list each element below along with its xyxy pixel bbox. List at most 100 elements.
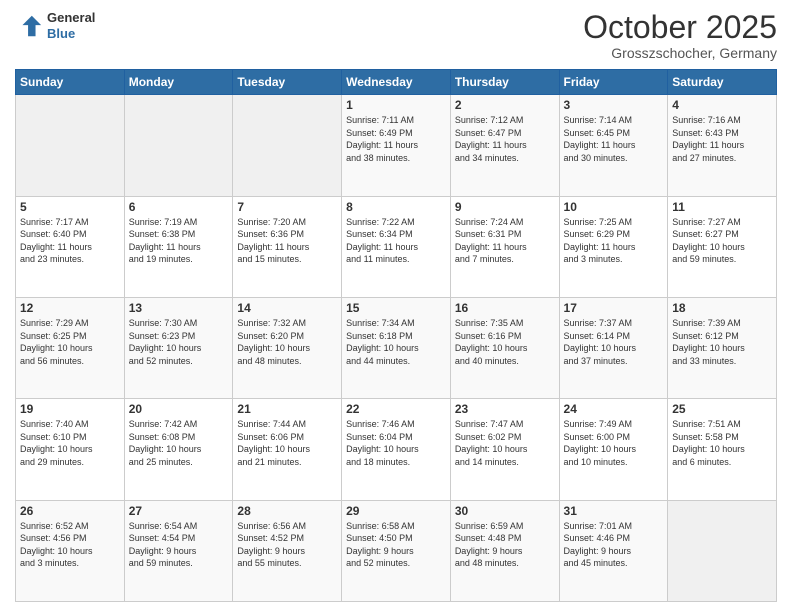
day-cell-26: 26 Sunrise: 6:52 AM Sunset: 4:56 PM Dayli…	[16, 500, 125, 601]
day-number: 2	[455, 98, 555, 112]
day-info: Sunrise: 7:11 AM Sunset: 6:49 PM Dayligh…	[346, 114, 446, 164]
day-info: Sunrise: 7:14 AM Sunset: 6:45 PM Dayligh…	[564, 114, 664, 164]
weekday-header-sunday: Sunday	[16, 70, 125, 95]
weekday-header-saturday: Saturday	[668, 70, 777, 95]
week-row-3: 12Sunrise: 7:29 AM Sunset: 6:25 PM Dayli…	[16, 297, 777, 398]
weekday-header-friday: Friday	[559, 70, 668, 95]
day-number: 15	[346, 301, 446, 315]
day-info: Sunrise: 7:25 AM Sunset: 6:29 PM Dayligh…	[564, 216, 664, 266]
day-cell-1: 1 Sunrise: 7:11 AM Sunset: 6:49 PM Daylig…	[342, 95, 451, 196]
day-number: 19	[20, 402, 120, 416]
day-number: 27	[129, 504, 229, 518]
day-cell-7: 7 Sunrise: 7:20 AM Sunset: 6:36 PM Daylig…	[233, 196, 342, 297]
day-number: 29	[346, 504, 446, 518]
day-cell-25: 25 Sunrise: 7:51 AM Sunset: 5:58 PM Dayli…	[668, 399, 777, 500]
day-info: Sunrise: 7:01 AM Sunset: 4:46 PM Dayligh…	[564, 520, 664, 570]
day-cell-31: 31 Sunrise: 7:01 AM Sunset: 4:46 PM Dayli…	[559, 500, 668, 601]
day-info: Sunrise: 7:46 AM Sunset: 6:04 PM Dayligh…	[346, 418, 446, 468]
day-number: 13	[129, 301, 229, 315]
weekday-header-wednesday: Wednesday	[342, 70, 451, 95]
logo: General Blue	[15, 10, 95, 41]
week-row-2: 5Sunrise: 7:17 AM Sunset: 6:40 PM Daylig…	[16, 196, 777, 297]
month-title: October 2025	[583, 10, 777, 45]
day-cell-19: 19 Sunrise: 7:40 AM Sunset: 6:10 PM Dayli…	[16, 399, 125, 500]
day-info: Sunrise: 7:44 AM Sunset: 6:06 PM Dayligh…	[237, 418, 337, 468]
day-info: Sunrise: 6:54 AM Sunset: 4:54 PM Dayligh…	[129, 520, 229, 570]
day-cell-30: 30Sunrise: 6:59 AM Sunset: 4:48 PM Dayli…	[450, 500, 559, 601]
day-number: 3	[564, 98, 664, 112]
day-number: 11	[672, 200, 772, 214]
day-cell-5: 5Sunrise: 7:17 AM Sunset: 6:40 PM Daylig…	[16, 196, 125, 297]
day-info: Sunrise: 7:35 AM Sunset: 6:16 PM Dayligh…	[455, 317, 555, 367]
day-info: Sunrise: 7:32 AM Sunset: 6:20 PM Dayligh…	[237, 317, 337, 367]
day-number: 31	[564, 504, 664, 518]
day-number: 6	[129, 200, 229, 214]
day-number: 28	[237, 504, 337, 518]
logo-line1: General	[47, 10, 95, 26]
day-number: 1	[346, 98, 446, 112]
day-info: Sunrise: 7:51 AM Sunset: 5:58 PM Dayligh…	[672, 418, 772, 468]
week-row-1: 1 Sunrise: 7:11 AM Sunset: 6:49 PM Daylig…	[16, 95, 777, 196]
location: Grosszschocher, Germany	[583, 45, 777, 61]
day-info: Sunrise: 6:56 AM Sunset: 4:52 PM Dayligh…	[237, 520, 337, 570]
day-number: 12	[20, 301, 120, 315]
day-number: 20	[129, 402, 229, 416]
logo-line2: Blue	[47, 26, 95, 42]
day-number: 21	[237, 402, 337, 416]
empty-cell	[233, 95, 342, 196]
day-number: 17	[564, 301, 664, 315]
day-info: Sunrise: 7:39 AM Sunset: 6:12 PM Dayligh…	[672, 317, 772, 367]
day-number: 16	[455, 301, 555, 315]
day-info: Sunrise: 7:37 AM Sunset: 6:14 PM Dayligh…	[564, 317, 664, 367]
empty-cell	[668, 500, 777, 601]
day-info: Sunrise: 7:19 AM Sunset: 6:38 PM Dayligh…	[129, 216, 229, 266]
day-cell-4: 4Sunrise: 7:16 AM Sunset: 6:43 PM Daylig…	[668, 95, 777, 196]
day-info: Sunrise: 7:12 AM Sunset: 6:47 PM Dayligh…	[455, 114, 555, 164]
day-number: 24	[564, 402, 664, 416]
day-info: Sunrise: 7:42 AM Sunset: 6:08 PM Dayligh…	[129, 418, 229, 468]
day-number: 26	[20, 504, 120, 518]
day-cell-23: 23 Sunrise: 7:47 AM Sunset: 6:02 PM Dayli…	[450, 399, 559, 500]
day-cell-8: 8Sunrise: 7:22 AM Sunset: 6:34 PM Daylig…	[342, 196, 451, 297]
day-cell-9: 9 Sunrise: 7:24 AM Sunset: 6:31 PM Daylig…	[450, 196, 559, 297]
day-info: Sunrise: 7:16 AM Sunset: 6:43 PM Dayligh…	[672, 114, 772, 164]
day-cell-12: 12Sunrise: 7:29 AM Sunset: 6:25 PM Dayli…	[16, 297, 125, 398]
day-number: 9	[455, 200, 555, 214]
day-number: 5	[20, 200, 120, 214]
day-number: 7	[237, 200, 337, 214]
day-number: 25	[672, 402, 772, 416]
day-cell-24: 24Sunrise: 7:49 AM Sunset: 6:00 PM Dayli…	[559, 399, 668, 500]
day-cell-15: 15 Sunrise: 7:34 AM Sunset: 6:18 PM Dayli…	[342, 297, 451, 398]
header: General Blue October 2025 Grosszschocher…	[15, 10, 777, 61]
day-info: Sunrise: 6:58 AM Sunset: 4:50 PM Dayligh…	[346, 520, 446, 570]
empty-cell	[124, 95, 233, 196]
day-cell-28: 28 Sunrise: 6:56 AM Sunset: 4:52 PM Dayli…	[233, 500, 342, 601]
day-cell-29: 29 Sunrise: 6:58 AM Sunset: 4:50 PM Dayli…	[342, 500, 451, 601]
logo-text: General Blue	[47, 10, 95, 41]
day-cell-2: 2 Sunrise: 7:12 AM Sunset: 6:47 PM Daylig…	[450, 95, 559, 196]
weekday-header-row: SundayMondayTuesdayWednesdayThursdayFrid…	[16, 70, 777, 95]
day-info: Sunrise: 6:52 AM Sunset: 4:56 PM Dayligh…	[20, 520, 120, 570]
day-cell-22: 22 Sunrise: 7:46 AM Sunset: 6:04 PM Dayli…	[342, 399, 451, 500]
day-number: 8	[346, 200, 446, 214]
day-number: 10	[564, 200, 664, 214]
day-info: Sunrise: 7:47 AM Sunset: 6:02 PM Dayligh…	[455, 418, 555, 468]
day-info: Sunrise: 6:59 AM Sunset: 4:48 PM Dayligh…	[455, 520, 555, 570]
day-number: 22	[346, 402, 446, 416]
day-cell-18: 18Sunrise: 7:39 AM Sunset: 6:12 PM Dayli…	[668, 297, 777, 398]
day-cell-16: 16 Sunrise: 7:35 AM Sunset: 6:16 PM Dayli…	[450, 297, 559, 398]
day-info: Sunrise: 7:27 AM Sunset: 6:27 PM Dayligh…	[672, 216, 772, 266]
day-info: Sunrise: 7:24 AM Sunset: 6:31 PM Dayligh…	[455, 216, 555, 266]
empty-cell	[16, 95, 125, 196]
week-row-4: 19 Sunrise: 7:40 AM Sunset: 6:10 PM Dayli…	[16, 399, 777, 500]
weekday-header-tuesday: Tuesday	[233, 70, 342, 95]
logo-icon	[15, 12, 43, 40]
day-cell-14: 14Sunrise: 7:32 AM Sunset: 6:20 PM Dayli…	[233, 297, 342, 398]
weekday-header-thursday: Thursday	[450, 70, 559, 95]
day-info: Sunrise: 7:40 AM Sunset: 6:10 PM Dayligh…	[20, 418, 120, 468]
day-info: Sunrise: 7:30 AM Sunset: 6:23 PM Dayligh…	[129, 317, 229, 367]
day-number: 23	[455, 402, 555, 416]
day-info: Sunrise: 7:20 AM Sunset: 6:36 PM Dayligh…	[237, 216, 337, 266]
day-info: Sunrise: 7:34 AM Sunset: 6:18 PM Dayligh…	[346, 317, 446, 367]
page: General Blue October 2025 Grosszschocher…	[0, 0, 792, 612]
